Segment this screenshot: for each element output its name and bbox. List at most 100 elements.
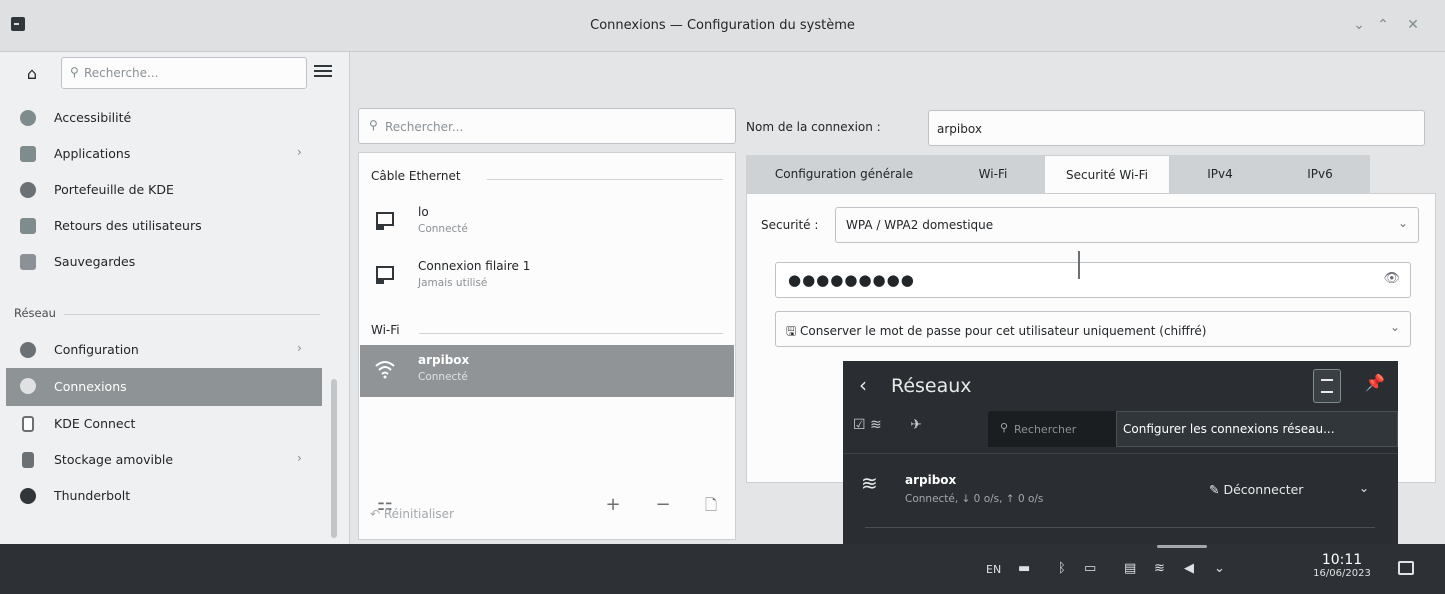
chevron-right-icon: ›	[297, 341, 302, 355]
tab-ipv4[interactable]: IPv4	[1170, 155, 1270, 193]
hamburger-menu-icon[interactable]	[314, 62, 332, 80]
chevron-down-icon: ⌄	[1389, 320, 1400, 334]
password-storage-value: 🖫 Conserver le mot de passe pour cet uti…	[786, 324, 1207, 338]
group-divider	[487, 179, 723, 180]
connection-item-wired-1[interactable]: Connexion filaire 1 Jamais utilisé	[360, 251, 734, 303]
storage-icon[interactable]: ▤	[1124, 561, 1136, 576]
pin-icon[interactable]: 📌	[1365, 373, 1385, 392]
volume-icon[interactable]: ◀	[1184, 561, 1194, 576]
group-divider	[419, 333, 723, 334]
tab-wifi-security[interactable]: Securité Wi-Fi	[1044, 155, 1170, 195]
bluetooth-icon[interactable]: ᛒ	[1058, 561, 1066, 576]
tab-ipv6[interactable]: IPv6	[1270, 155, 1370, 193]
sidebar-item-kde-connect[interactable]: KDE Connect	[6, 406, 322, 442]
security-label: Securité :	[761, 218, 819, 232]
popup-divider	[865, 527, 1375, 528]
sidebar-section-network: Réseau	[14, 306, 56, 320]
wifi-secure-icon: ≋	[861, 471, 878, 495]
battery-icon[interactable]: ▬	[1018, 561, 1030, 576]
show-password-icon[interactable]: 👁	[1383, 271, 1400, 286]
connection-search-input[interactable]	[385, 118, 715, 136]
sidebar-item-thunderbolt[interactable]: Thunderbolt	[6, 478, 322, 514]
reset-button[interactable]: ↶ Réinitialiser	[370, 507, 454, 521]
popup-toggle-icons: ☑ ≋ ✈	[853, 417, 922, 433]
connection-item-arpibox[interactable]: arpibox Connecté	[360, 345, 734, 397]
configure-connections-button[interactable]	[1313, 369, 1341, 403]
display-icon[interactable]: ▭	[1084, 561, 1096, 576]
sidebar-item-connections[interactable]: Connexions	[6, 368, 322, 406]
sidebar-search[interactable]: ⚲	[61, 57, 307, 89]
group-header-wifi: Wi-Fi	[371, 323, 400, 337]
feedback-icon	[20, 218, 36, 234]
clock[interactable]: 10:11 16/06/2023	[1302, 552, 1382, 579]
checkbox-icon[interactable]: ☑	[853, 417, 866, 433]
chevron-right-icon: ›	[297, 451, 302, 465]
sidebar-item-removable-storage[interactable]: Stockage amovible ›	[6, 442, 322, 478]
sidebar-item-wallet[interactable]: Portefeuille de KDE	[6, 172, 322, 208]
sidebar-section-divider	[64, 314, 320, 315]
sidebar-scrollbar[interactable]	[331, 379, 337, 538]
clock-time: 10:11	[1321, 552, 1363, 568]
search-icon: ⚲	[70, 65, 79, 79]
chevron-down-icon: ⌄	[1397, 216, 1408, 230]
connection-item-lo[interactable]: lo Connecté	[360, 197, 734, 249]
tray-expand-icon[interactable]: ⌄	[1214, 561, 1225, 576]
security-select[interactable]: WPA / WPA2 domestique ⌄	[835, 207, 1419, 243]
add-connection-button[interactable]: +	[601, 493, 625, 517]
window-titlebar: Connexions — Configuration du système ⌄ …	[0, 0, 1445, 52]
removable-storage-icon	[22, 452, 34, 468]
popup-search-input[interactable]	[1014, 421, 1114, 437]
airplane-mode-icon[interactable]: ✈	[910, 417, 922, 433]
connection-name-field[interactable]	[928, 110, 1425, 146]
sidebar-item-accessibility[interactable]: Accessibilité	[6, 100, 322, 136]
ethernet-icon	[376, 266, 394, 284]
window-title: Connexions — Configuration du système	[590, 18, 855, 33]
tab-general[interactable]: Configuration générale	[746, 155, 942, 193]
export-connection-button[interactable]: 🗋	[699, 493, 723, 517]
applications-icon	[20, 146, 36, 162]
wifi-icon	[375, 361, 395, 379]
connections-icon	[20, 378, 36, 394]
search-icon: ⚲	[369, 118, 378, 132]
sidebar-item-feedback[interactable]: Retours des utilisateurs	[6, 208, 322, 244]
wallet-icon	[20, 182, 36, 198]
sidebar-item-backups[interactable]: Sauvegardes	[6, 244, 322, 280]
connection-search[interactable]: ⚲	[358, 108, 736, 144]
text-cursor	[1078, 251, 1080, 279]
maximize-button[interactable]: ⌃	[1372, 14, 1394, 36]
sidebar-item-network-configuration[interactable]: Configuration ›	[6, 332, 322, 368]
expand-details-icon[interactable]: ⌄	[1359, 481, 1369, 495]
remove-connection-button[interactable]: −	[651, 493, 675, 517]
network-applet-popup: ‹ Réseaux 📌 ☑ ≋ ✈ ⚲ Configurer les conne…	[843, 361, 1398, 544]
sidebar-header: ⌂ ⚲	[0, 52, 350, 96]
connection-name-input[interactable]	[937, 120, 1407, 138]
ethernet-icon	[376, 212, 394, 230]
keyboard-layout-indicator[interactable]: EN	[986, 563, 1001, 576]
kdeconnect-icon	[22, 416, 34, 432]
popup-title: Réseaux	[891, 375, 972, 397]
network-name: arpibox	[905, 473, 957, 487]
clock-date: 16/06/2023	[1313, 568, 1371, 579]
minimize-button[interactable]: ⌄	[1348, 14, 1370, 36]
search-icon: ⚲	[1000, 421, 1009, 434]
network-status: Connecté, ↓ 0 o/s, ↑ 0 o/s	[905, 493, 1044, 505]
password-field[interactable]: ●●●●●●●●● 👁	[775, 251, 1411, 298]
tab-wifi[interactable]: Wi-Fi	[942, 155, 1044, 193]
disconnect-button[interactable]: ✎ Déconnecter	[1209, 482, 1303, 497]
show-desktop-icon[interactable]	[1398, 561, 1414, 575]
sidebar: ⌂ ⚲ Accessibilité Applications › Portefe…	[0, 52, 350, 544]
password-storage-select[interactable]: 🖫 Conserver le mot de passe pour cet uti…	[775, 311, 1411, 347]
home-icon[interactable]: ⌂	[22, 64, 42, 84]
accessibility-icon	[20, 110, 36, 126]
popup-handle	[1157, 545, 1207, 548]
close-button[interactable]: ✕	[1402, 14, 1424, 36]
group-header-ethernet: Câble Ethernet	[371, 169, 461, 183]
network-config-icon	[20, 342, 36, 358]
connection-list: Câble Ethernet lo Connecté Connexion fil…	[358, 152, 736, 540]
sidebar-search-input[interactable]	[84, 64, 294, 82]
sidebar-item-applications[interactable]: Applications ›	[6, 136, 322, 172]
backup-icon	[20, 254, 36, 270]
wifi-toggle-icon[interactable]: ≋	[870, 417, 882, 433]
network-icon[interactable]: ≋	[1154, 561, 1165, 576]
back-arrow-icon[interactable]: ‹	[859, 373, 867, 397]
